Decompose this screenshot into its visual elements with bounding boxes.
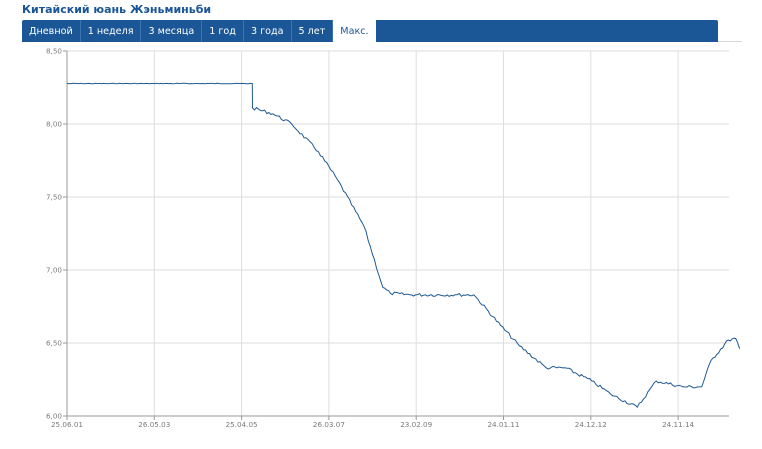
x-axis-ticks: 25.06.01 26.05.03 25.04.05 26.03.07 23.02.09…: [51, 420, 695, 429]
x-tick-label: 26.03.07: [313, 420, 345, 429]
x-tick-label: 24.12.12: [575, 420, 607, 429]
x-tick-label: 25.06.01: [51, 420, 83, 429]
x-tick-label: 23.02.09: [400, 420, 432, 429]
y-tick-label: 8,00: [46, 120, 62, 129]
y-tick-label: 6,50: [46, 339, 62, 348]
chart-series: [67, 82, 741, 409]
exchange-rate-chart: 8,508,007,507,006,506,00 25.06.01 26.05.0…: [46, 47, 741, 429]
y-tick-label: 7,00: [46, 266, 62, 275]
y-axis-ticks: 8,508,007,507,006,506,00: [46, 47, 62, 421]
y-tick-label: 8,50: [46, 47, 62, 56]
chart-grid: [66, 50, 729, 417]
x-tick-label: 25.04.05: [226, 420, 258, 429]
series-line: [67, 82, 741, 409]
x-tick-label: 26.05.03: [138, 420, 170, 429]
x-tick-label: 24.11.14: [662, 420, 694, 429]
y-tick-label: 7,50: [46, 193, 62, 202]
x-tick-label: 24.01.11: [487, 420, 519, 429]
chart-axes: [63, 50, 729, 420]
